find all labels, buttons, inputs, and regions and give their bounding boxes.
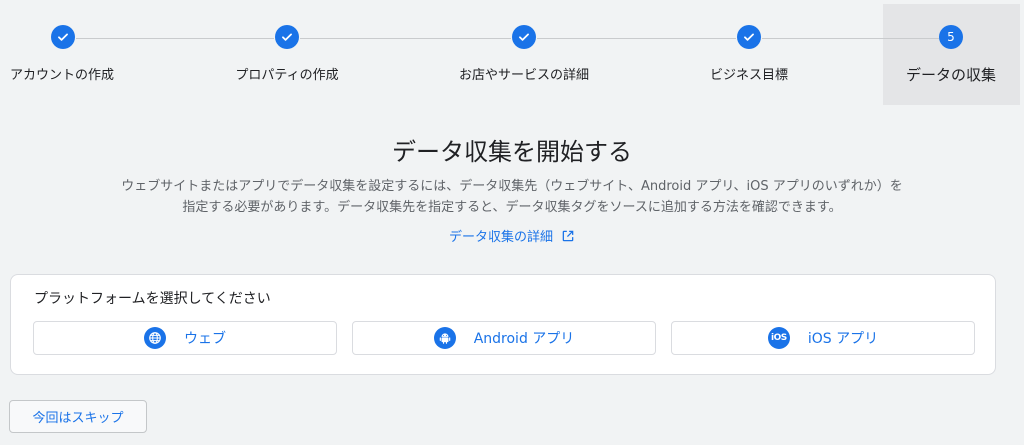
step-connector [76,38,274,39]
skip-button[interactable]: 今回はスキップ [9,400,147,433]
ios-platform-button[interactable]: iOS iOS アプリ [671,321,975,355]
ios-icon: iOS [767,327,790,349]
step-4-check-icon [737,25,761,49]
android-platform-label: Android アプリ [473,331,575,347]
step-1-label: アカウントの作成 [9,68,115,83]
ios-platform-label: iOS アプリ [807,331,879,347]
active-step-highlight [883,4,1020,105]
step-4-label: ビジネス目標 [709,68,789,83]
android-icon [433,327,456,349]
android-platform-button[interactable]: Android アプリ [352,321,656,355]
step-1-check-icon [51,25,75,49]
page-description: ウェブサイトまたはアプリでデータ収集を設定するには、データ収集先（ウェブサイト、… [121,179,903,215]
open-in-new-icon [562,230,574,241]
learn-more-row: データ収集の詳細 [0,226,1024,245]
learn-more-link-label: データ収集の詳細 [448,230,553,245]
setup-stepper: 5 アカウントの作成 プロパティの作成 お店やサービスの詳細 ビジネス目標 デー… [0,0,1024,105]
step-connector [300,38,511,39]
step-2-label: プロパティの作成 [235,68,339,83]
step-connector [537,38,736,39]
platform-select-card: プラットフォームを選択してください ウェブ Android アプリ iOS iO… [10,274,996,375]
step-3-check-icon [512,25,536,49]
page-title: データ収集を開始する [392,138,632,166]
step-3-label: お店やサービスの詳細 [458,68,590,83]
learn-more-link[interactable]: データ収集の詳細 [449,226,575,245]
web-platform-button[interactable]: ウェブ [33,321,337,355]
step-connector [762,38,939,39]
step-5-number: 5 [939,25,963,49]
platform-card-title: プラットフォームを選択してください [34,291,271,307]
step-5-label: データの収集 [905,66,997,84]
web-platform-label: ウェブ [184,331,226,347]
globe-icon [144,327,166,349]
step-2-check-icon [275,25,299,49]
